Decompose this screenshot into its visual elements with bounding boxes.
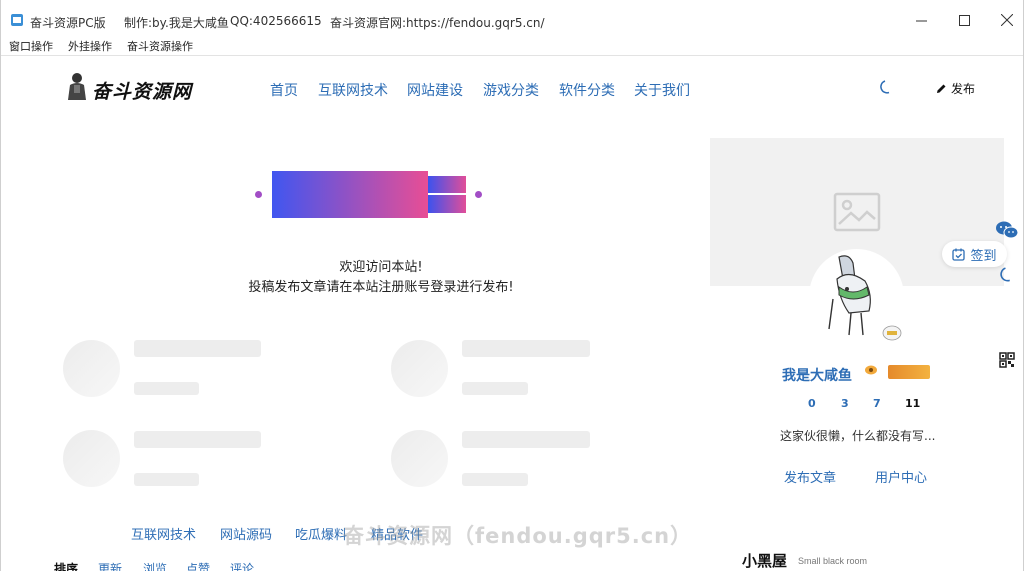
calendar-check-icon <box>952 248 966 261</box>
sort-label: 排序 <box>54 562 79 571</box>
menu-divider <box>1 55 1023 56</box>
menu-plugin[interactable]: 外挂操作 <box>68 38 112 54</box>
signin-label: 签到 <box>970 248 997 264</box>
category-link-internet[interactable]: 互联网技术 <box>131 524 196 543</box>
skeleton-line <box>462 473 528 486</box>
maximize-button[interactable] <box>941 6 987 34</box>
user-center-link[interactable]: 用户中心 <box>875 467 927 486</box>
banner-graphic <box>272 171 428 218</box>
skeleton-line <box>134 382 199 395</box>
image-placeholder-icon <box>833 192 881 232</box>
dark-mode-moon-icon[interactable] <box>878 79 894 95</box>
skeleton-line <box>462 382 528 395</box>
side-moon-icon[interactable] <box>998 266 1015 283</box>
banner-graphic-side <box>428 176 466 213</box>
nav-about[interactable]: 关于我们 <box>634 80 690 100</box>
publish-article-link[interactable]: 发布文章 <box>784 467 836 486</box>
banner-dot-right <box>475 191 482 198</box>
profile-stat-4: 11 <box>905 397 921 410</box>
window-title: 奋斗资源PC版 <box>30 16 106 30</box>
nav-games[interactable]: 游戏分类 <box>483 80 539 100</box>
nav-web-building[interactable]: 网站建设 <box>407 80 463 100</box>
sidebar-box-subtitle: Small black room <box>798 556 868 566</box>
level-tag-icon <box>888 365 930 379</box>
logo-figure-icon <box>68 73 86 100</box>
nav-software[interactable]: 软件分类 <box>559 80 615 100</box>
profile-stat-3: 7 <box>873 397 881 410</box>
author-credit: 制作:by.我是大咸鱼 <box>124 16 229 30</box>
skeleton-line <box>134 431 261 448</box>
nav-home[interactable]: 首页 <box>270 80 298 100</box>
profile-bio: 这家伙很懒，什么都没有写... <box>780 429 936 443</box>
signin-button[interactable]: 签到 <box>942 241 1007 267</box>
vip-crown-icon <box>865 365 877 375</box>
profile-stat-2: 3 <box>841 397 849 410</box>
close-button[interactable] <box>984 6 1023 34</box>
publish-button[interactable]: 发布 <box>936 80 975 97</box>
category-link-gossip[interactable]: 吃瓜爆料 <box>295 524 347 543</box>
sort-tab-update[interactable]: 更新 <box>98 560 122 571</box>
skeleton-avatar <box>63 340 120 397</box>
qq-number: QQ:402566615 <box>230 14 322 28</box>
wechat-icon[interactable] <box>995 220 1019 240</box>
skeleton-avatar <box>391 430 448 487</box>
nav-internet-tech[interactable]: 互联网技术 <box>318 80 388 100</box>
profile-username[interactable]: 我是大咸鱼 <box>782 365 852 385</box>
close-icon <box>1001 14 1013 26</box>
skeleton-avatar <box>391 340 448 397</box>
qr-code-icon[interactable] <box>999 352 1015 368</box>
menu-window[interactable]: 窗口操作 <box>9 38 53 54</box>
site-logo[interactable]: 奋斗资源网 <box>92 77 192 104</box>
welcome-line-1: 欢迎访问本站! <box>339 260 423 275</box>
skeleton-line <box>134 340 261 357</box>
profile-stat-1: 0 <box>808 397 816 410</box>
publish-label: 发布 <box>951 82 976 96</box>
menu-fendou[interactable]: 奋斗资源操作 <box>127 38 193 54</box>
maximize-icon <box>958 14 970 26</box>
skeleton-line <box>462 340 590 357</box>
skeleton-line <box>462 431 590 448</box>
sort-tab-comments[interactable]: 评论 <box>230 560 254 571</box>
sort-tab-likes[interactable]: 点赞 <box>186 560 210 571</box>
menu-bar: 窗口操作 外挂操作 奋斗资源操作 <box>1 38 1023 54</box>
pencil-icon <box>937 84 946 93</box>
sidebar-box-title: 小黑屋 <box>742 552 788 570</box>
category-link-source[interactable]: 网站源码 <box>220 524 272 543</box>
level-badge-icon <box>882 325 902 341</box>
minimize-icon <box>915 20 927 21</box>
watermark: 奋斗资源网（fendou.gqr5.cn） <box>343 524 693 548</box>
skeleton-avatar <box>63 430 120 487</box>
welcome-line-2: 投稿发布文章请在本站注册账号登录进行发布! <box>248 280 514 295</box>
app-window: 奋斗资源PC版 制作:by.我是大咸鱼 QQ:402566615 奋斗资源官网:… <box>0 0 1024 571</box>
skeleton-line <box>134 473 199 486</box>
banner-dot-left <box>255 191 262 198</box>
sort-tab-views[interactable]: 浏览 <box>143 560 167 571</box>
app-icon <box>11 14 23 26</box>
official-site: 奋斗资源官网:https://fendou.gqr5.cn/ <box>330 16 545 30</box>
title-bar: 奋斗资源PC版 制作:by.我是大咸鱼 QQ:402566615 奋斗资源官网:… <box>1 0 1023 38</box>
minimize-button[interactable] <box>898 6 944 34</box>
